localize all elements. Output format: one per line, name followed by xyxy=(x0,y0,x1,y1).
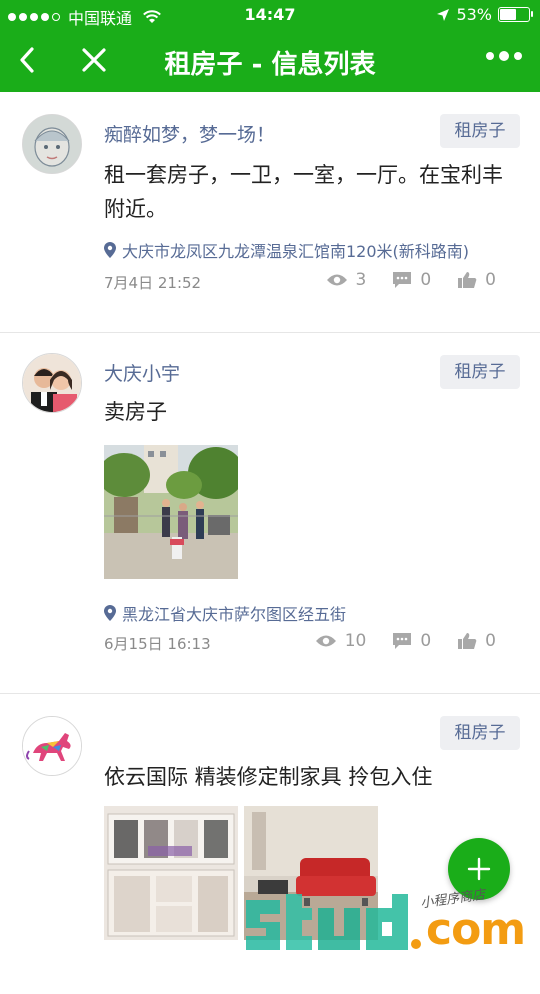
cartoon-face-icon xyxy=(23,115,81,173)
status-bar: 中国联通 14:47 53% xyxy=(0,0,540,30)
plus-icon xyxy=(467,857,491,881)
location-text: 大庆市龙凤区九龙潭温泉汇馆南120米(新科路南) xyxy=(122,242,470,261)
view-count: 3 xyxy=(326,270,366,290)
location-arrow-icon xyxy=(437,8,450,21)
like-count[interactable]: 0 xyxy=(457,270,496,290)
view-count: 10 xyxy=(315,631,366,651)
street-scene-image xyxy=(104,445,238,579)
post-content: 依云国际 精装修定制家具 拎包入住 xyxy=(104,765,433,789)
location-text: 黑龙江省大庆市萨尔图区经五街 xyxy=(122,605,347,624)
location-link[interactable]: 大庆市龙凤区九龙潭温泉汇馆南120米(新科路南) xyxy=(104,238,469,262)
avatar[interactable] xyxy=(22,114,82,174)
add-post-button[interactable] xyxy=(448,838,510,900)
comment-count[interactable]: 0 xyxy=(392,270,431,290)
location-link[interactable]: 黑龙江省大庆市萨尔图区经五街 xyxy=(104,601,346,625)
post-content: 卖房子 xyxy=(104,400,167,424)
battery-percent: 53% xyxy=(456,5,492,24)
page-title: 租房子 - 信息列表 xyxy=(164,50,376,80)
post-image[interactable] xyxy=(104,806,238,940)
comment-icon xyxy=(393,272,412,288)
comment-icon xyxy=(393,633,412,649)
location-pin-icon xyxy=(104,605,116,621)
list-item[interactable]: 痴醉如梦，梦一场！ 租房子 租一套房子，一卫，一室，一厅。在宝利丰附近。 大庆市… xyxy=(0,92,540,333)
nav-bar: 租房子 - 信息列表 xyxy=(0,30,540,92)
eye-icon xyxy=(315,635,336,647)
post-stats: 3 0 0 xyxy=(300,270,496,290)
post-image[interactable] xyxy=(104,445,238,579)
post-content: 租一套房子，一卫，一室，一厅。在宝利丰附近。 xyxy=(104,163,503,221)
username[interactable]: 痴醉如梦，梦一场！ xyxy=(104,120,275,147)
category-tag[interactable]: 租房子 xyxy=(440,114,520,148)
horse-logo-icon xyxy=(23,717,81,775)
kitchen-cabinet-image xyxy=(104,806,238,940)
thumbs-up-icon xyxy=(458,633,477,649)
category-tag[interactable]: 租房子 xyxy=(440,716,520,750)
more-button[interactable] xyxy=(486,51,522,61)
eye-icon xyxy=(326,274,347,286)
list-item[interactable]: 大庆小宇 租房子 卖房子 黑龙江省大庆市萨尔图区经五街 6月15日 16:13 … xyxy=(0,333,540,694)
post-image[interactable] xyxy=(244,806,378,940)
category-tag[interactable]: 租房子 xyxy=(440,355,520,389)
post-date: 7月4日 21:52 xyxy=(104,274,202,292)
username[interactable]: 大庆小宇 xyxy=(104,359,180,386)
battery-icon xyxy=(498,7,533,22)
more-dots-icon xyxy=(486,52,494,60)
post-date: 6月15日 16:13 xyxy=(104,635,211,653)
location-pin-icon xyxy=(104,242,116,258)
avatar[interactable] xyxy=(22,353,82,413)
post-stats: 10 0 0 xyxy=(289,631,496,651)
couple-photo-icon xyxy=(23,354,81,412)
comment-count[interactable]: 0 xyxy=(392,631,431,651)
like-count[interactable]: 0 xyxy=(457,631,496,651)
living-room-sofa-image xyxy=(244,806,378,940)
status-right: 53% xyxy=(436,5,533,24)
thumbs-up-icon xyxy=(458,272,477,288)
avatar[interactable] xyxy=(22,716,82,776)
